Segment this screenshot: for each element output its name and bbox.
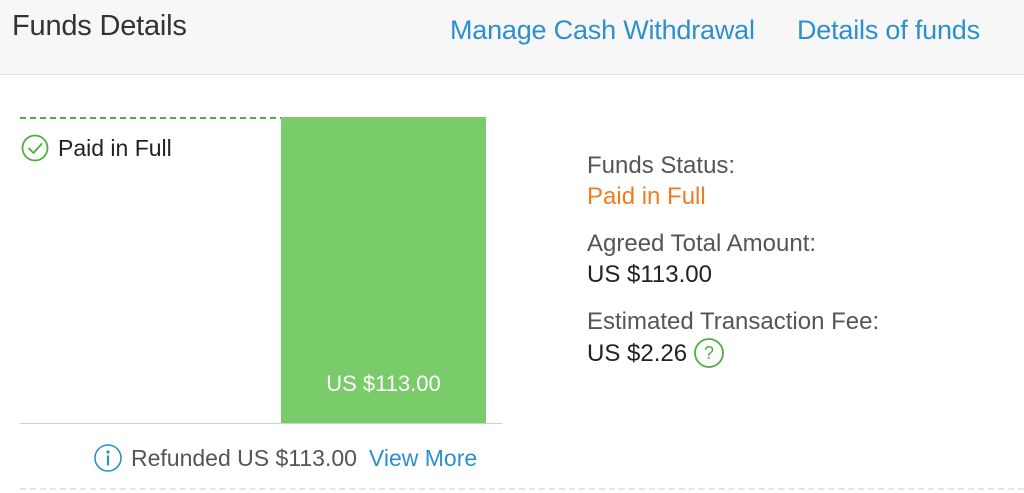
funds-status-label: Funds Status: <box>587 152 736 179</box>
funds-status-value: Paid in Full <box>587 183 706 210</box>
header-bar: Funds Details Manage Cash Withdrawal Det… <box>0 0 1024 75</box>
transaction-fee-label: Estimated Transaction Fee: <box>587 308 880 335</box>
info-icon <box>93 443 123 473</box>
svg-text:?: ? <box>704 343 714 363</box>
funds-status-panel: Funds Status: Paid in Full Agreed Total … <box>587 150 879 369</box>
page-title: Funds Details <box>12 10 187 42</box>
agreed-total-label: Agreed Total Amount: <box>587 230 817 257</box>
chart-bar-label: US $113.00 <box>326 371 441 396</box>
help-circle-icon[interactable]: ? <box>693 337 725 369</box>
refund-row: Refunded US $113.00 View More <box>93 443 477 473</box>
view-more-link[interactable]: View More <box>369 445 477 472</box>
funds-chart: US $113.00 Paid in Full <box>20 117 502 425</box>
chart-baseline <box>20 423 502 424</box>
refund-text: Refunded US $113.00 <box>131 444 357 471</box>
transaction-fee-value: US $2.26 <box>587 339 688 367</box>
details-of-funds-link[interactable]: Details of funds <box>797 15 980 46</box>
agreed-total-value: US $113.00 <box>587 261 712 288</box>
check-circle-icon <box>20 133 50 163</box>
transaction-fee-row: US $2.26 ? <box>587 337 879 369</box>
section-divider <box>20 488 1024 490</box>
chart-legend: Paid in Full <box>20 133 172 163</box>
legend-label: Paid in Full <box>58 134 172 161</box>
manage-cash-withdrawal-link[interactable]: Manage Cash Withdrawal <box>450 15 755 46</box>
